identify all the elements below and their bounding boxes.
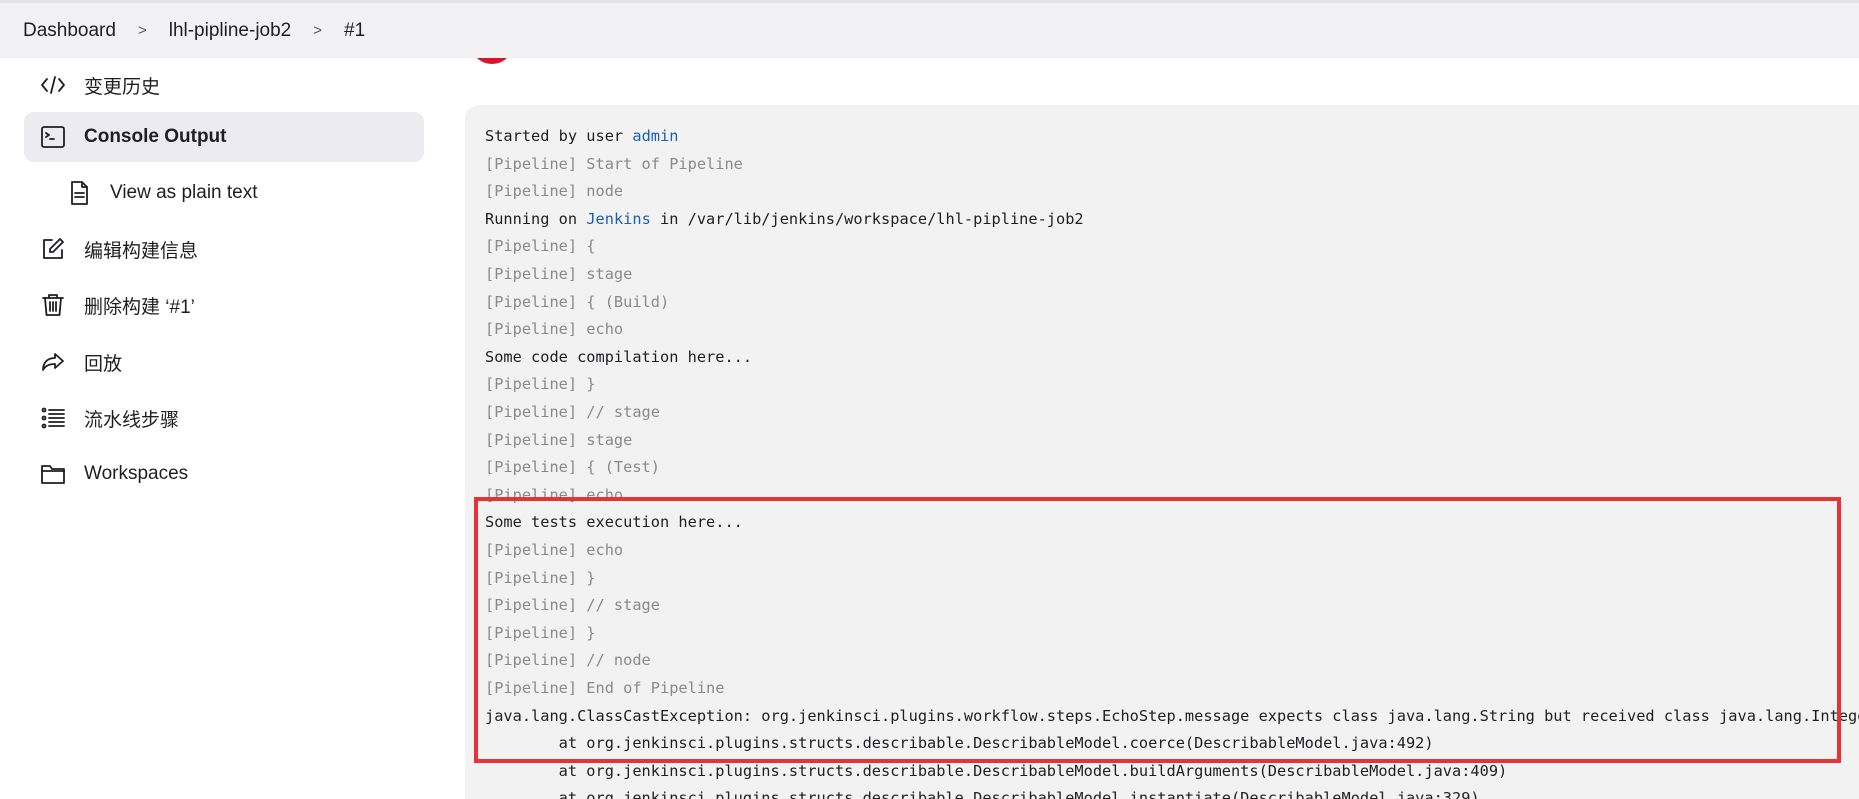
sidebar-item-label: 回放 [84, 353, 123, 375]
console-line-text: Running on [485, 209, 587, 228]
console-link[interactable]: Jenkins [586, 210, 650, 228]
code-icon [38, 70, 68, 100]
console-line: [Pipeline] } [485, 568, 596, 587]
sidebar-item-label: Workspaces [84, 463, 189, 484]
console-line: [Pipeline] { (Test) [485, 458, 660, 477]
console-line: Some tests execution here... [485, 513, 743, 532]
console-line-text: Started by user [485, 127, 633, 145]
sidebar-item-label: Console Output [84, 126, 227, 147]
console-line: Started by user admin [485, 127, 678, 145]
sidebar-item-changes[interactable]: 变更历史 [24, 60, 424, 110]
breadcrumb-build[interactable]: #1 [344, 20, 365, 42]
console-line: [Pipeline] End of Pipeline [485, 679, 725, 697]
steps-list-icon [38, 403, 68, 433]
console-line: [Pipeline] { [485, 237, 596, 256]
console-output-panel: Started by user admin [Pipeline] Start of… [465, 105, 1859, 799]
sidebar-item-view-plain-text[interactable]: View as plain text [24, 168, 424, 218]
sidebar-item-workspaces[interactable]: Workspaces [24, 449, 424, 499]
console-line: at org.jenkinsci.plugins.structs.describ… [485, 789, 1480, 799]
console-line: Some code compilation here... [485, 347, 753, 366]
sidebar-item-label: View as plain text [110, 182, 258, 203]
sidebar-item-label: 流水线步骤 [84, 409, 180, 431]
folder-icon [38, 459, 68, 489]
console-line: [Pipeline] // stage [485, 403, 660, 421]
breadcrumb: Dashboard > lhl-pipline-job2 > #1 [0, 0, 1859, 58]
breadcrumb-job[interactable]: lhl-pipline-job2 [169, 20, 292, 42]
document-icon [64, 178, 94, 208]
sidebar-item-console-output[interactable]: Console Output [24, 112, 424, 162]
console-line: Running on Jenkins in /var/lib/jenkins/w… [485, 210, 1084, 228]
console-line: java.lang.ClassCastException: org.jenkin… [485, 706, 1859, 725]
trash-icon [38, 290, 68, 320]
console-line: [Pipeline] // stage [485, 596, 660, 615]
console-line: [Pipeline] { (Build) [485, 292, 670, 311]
sidebar-item-pipeline-steps[interactable]: 流水线步骤 [24, 393, 424, 443]
console-line: [Pipeline] stage [485, 430, 633, 449]
console-line-text: in /var/lib/jenkins/workspace/lhl-piplin… [650, 209, 1084, 228]
breadcrumb-separator: > [313, 22, 323, 39]
console-line: [Pipeline] Start of Pipeline [485, 154, 743, 173]
sidebar-item-delete-build[interactable]: 删除构建 ‘#1’ [24, 280, 424, 330]
console-line: at org.jenkinsci.plugins.structs.describ… [485, 734, 1434, 753]
console-line: [Pipeline] echo [485, 320, 624, 339]
console-link[interactable]: admin [632, 127, 678, 145]
console-line: [Pipeline] echo [485, 485, 624, 504]
console-line: [Pipeline] // node [485, 651, 651, 670]
console-line: [Pipeline] echo [485, 541, 624, 559]
sidebar-item-label: 编辑构建信息 [84, 240, 199, 262]
sidebar-item-label: 变更历史 [84, 76, 161, 98]
sidebar-item-replay[interactable]: 回放 [24, 337, 424, 387]
console-line: [Pipeline] stage [485, 265, 633, 283]
sidebar-item-label: 删除构建 ‘#1’ [84, 296, 195, 318]
console-line: [Pipeline] } [485, 623, 596, 642]
terminal-icon [38, 122, 68, 152]
console-line: [Pipeline] } [485, 375, 596, 394]
breadcrumb-dashboard[interactable]: Dashboard [23, 20, 116, 42]
console-line: at org.jenkinsci.plugins.structs.describ… [485, 761, 1508, 780]
breadcrumb-separator: > [137, 22, 147, 39]
sidebar-item-edit-build-info[interactable]: 编辑构建信息 [24, 224, 424, 274]
edit-icon [38, 234, 68, 264]
replay-arrow-icon [38, 347, 68, 377]
console-line: [Pipeline] node [485, 182, 624, 201]
